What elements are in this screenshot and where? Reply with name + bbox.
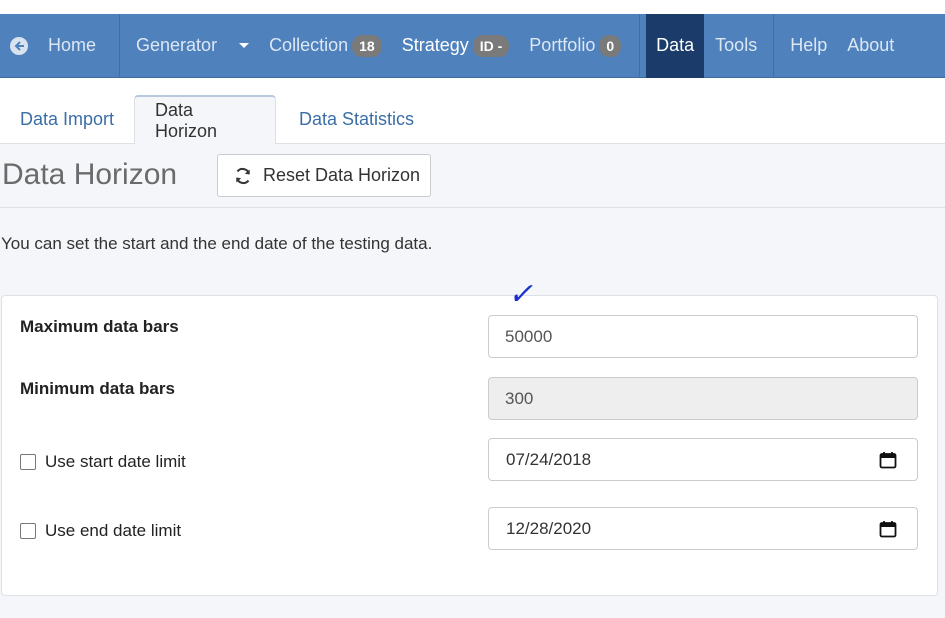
page-header: Data Horizon Reset Data Horizon [0,144,945,208]
nav-generator[interactable]: Generator [120,14,225,78]
nav-help[interactable]: Help [774,14,835,78]
nav-data[interactable]: Data [646,13,705,78]
tab-data-statistics[interactable]: Data Statistics [279,95,434,144]
nav-strategy[interactable]: Strategy ID - [390,14,518,78]
start-date-value: 07/24/2018 [506,449,592,469]
back-arrow-icon [10,36,28,55]
chevron-down-icon [239,43,250,48]
nav-about[interactable]: About [835,14,902,78]
handwritten-check-annotation: ✓ [508,278,534,311]
start-date-limit-checkbox[interactable] [20,454,36,470]
page-description: You can set the start and the end date o… [1,234,433,253]
reset-button-label: Reset Data Horizon [263,165,421,185]
nav-data-label: Data [656,35,695,55]
nav-collection-label: Collection [269,35,349,55]
nav-tools[interactable]: Tools [704,14,773,78]
tab-data-import[interactable]: Data Import [0,95,134,144]
tab-label: Data Statistics [299,109,415,129]
tab-data-horizon[interactable]: Data Horizon [134,95,276,144]
nav-tools-label: Tools [715,35,758,55]
nav-generator-label: Generator [136,35,218,55]
min-bars-input: 300 [488,377,918,420]
end-date-input[interactable]: 12/28/2020 [488,507,918,550]
min-bars-label: Minimum data bars [20,379,175,398]
max-bars-value: 50000 [505,326,553,346]
strategy-id-badge: ID - [472,34,510,57]
min-bars-value: 300 [505,388,534,408]
tab-label: Data Horizon [155,99,218,141]
end-date-value: 12/28/2020 [506,518,592,538]
calendar-icon[interactable] [879,451,897,469]
page-title: Data Horizon [2,158,178,191]
nav-portfolio-label: Portfolio [529,35,596,55]
nav-help-label: Help [790,35,828,55]
nav-strategy-label: Strategy [401,35,469,55]
calendar-icon[interactable] [879,520,897,538]
start-limit-row: Use start date limit [20,452,186,472]
max-bars-label: Maximum data bars [20,317,179,336]
portfolio-count-badge: 0 [599,34,622,57]
collection-count-badge: 18 [352,34,382,57]
top-strip [0,0,945,14]
nav-collection[interactable]: Collection 18 [261,14,390,78]
max-bars-input[interactable]: 50000 [488,315,918,358]
end-limit-label: Use end date limit [45,521,182,540]
nav-home-label: Home [48,35,97,55]
nav-home[interactable]: Home [0,14,104,78]
nav-portfolio[interactable]: Portfolio 0 [517,14,629,78]
nav-divider [639,13,641,78]
end-limit-row: Use end date limit [20,521,181,541]
data-tabs: Data Import Data Horizon Data Statistics [0,78,945,144]
start-limit-label: Use start date limit [45,452,186,471]
start-date-input[interactable]: 07/24/2018 [488,438,918,481]
nav-about-label: About [847,35,895,55]
generator-dropdown-toggle[interactable] [225,14,261,78]
reset-data-horizon-button[interactable]: Reset Data Horizon [217,154,431,197]
refresh-icon [236,167,250,184]
main-navbar: Home Generator Collection 18 Strategy ID… [0,13,945,78]
tab-label: Data Import [20,109,115,129]
end-date-limit-checkbox[interactable] [20,523,36,539]
